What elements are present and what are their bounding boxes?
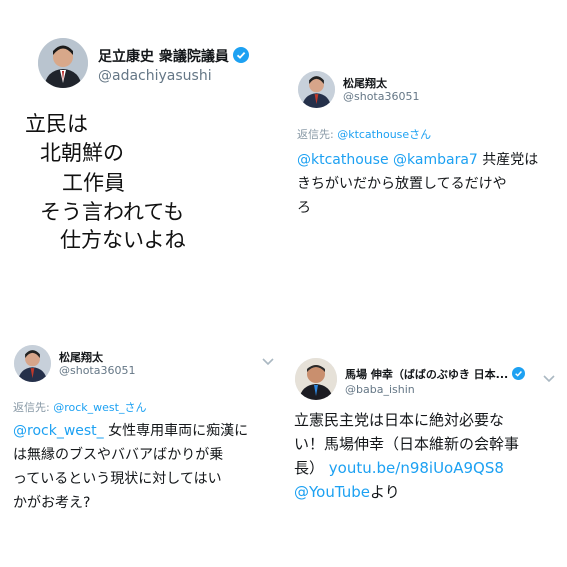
tweet-text: @rock_west_ 女性専用車両に痴漢に は無縁のブスやババアばかりが乗 っ…: [13, 419, 248, 515]
display-name[interactable]: 松尾翔太: [343, 75, 387, 91]
tweet-line-5: 仕方ないよね: [60, 228, 186, 252]
reply-to-link[interactable]: @ktcathouseさん: [337, 128, 431, 141]
avatar[interactable]: [38, 38, 88, 88]
tweet-line-2: 北朝鮮の: [40, 141, 124, 165]
handle[interactable]: @adachiyasushi: [98, 68, 212, 84]
reply-prefix: 返信先:: [297, 128, 338, 141]
tweet-text: 立憲民主党は日本に絶対必要な い！馬場伸幸（日本維新の会幹事 長） youtu.…: [294, 408, 519, 504]
text-segment: い！馬場伸幸（日本維新の会幹事: [294, 435, 520, 453]
tweet-line-3: 工作員: [62, 171, 125, 195]
display-name[interactable]: 馬場 伸幸（ばばのぶゆき 日本...: [345, 366, 526, 383]
reply-context: 返信先: @ktcathouseさん: [297, 126, 431, 142]
avatar[interactable]: [295, 358, 337, 400]
tweet-line-1: 立民は: [25, 112, 88, 136]
text-segment: は無縁のブスやババアばかりが乗: [13, 447, 224, 463]
verified-badge-icon: [512, 367, 526, 383]
handle[interactable]: @baba_ishin: [345, 383, 415, 396]
chevron-down-icon[interactable]: [262, 351, 274, 370]
text-segment: 長）: [294, 459, 325, 477]
mention-link[interactable]: @rock_west_: [13, 423, 104, 439]
tweet-text: @ktcathouse @kambara7 共産党は きちがいだから放置してるだ…: [297, 148, 538, 220]
text-segment: 立憲民主党は日本に絶対必要な: [294, 411, 505, 429]
text-segment: 女性専用車両に痴漢に: [103, 423, 249, 439]
mention-link[interactable]: @kambara7: [393, 152, 478, 168]
verified-badge-icon: [232, 47, 249, 67]
handle[interactable]: @shota36051: [59, 364, 135, 377]
avatar[interactable]: [14, 345, 51, 382]
youtube-link[interactable]: youtu.be/n98iUoA9QS8: [329, 459, 504, 477]
text-segment: きちがいだから放置してるだけや: [297, 176, 507, 192]
reply-to-link[interactable]: @rock_west_さん: [53, 401, 146, 414]
text-segment: より: [370, 483, 400, 501]
mention-link[interactable]: @ktcathouse: [297, 152, 389, 168]
display-name-text: 足立康史 衆議院議員: [98, 49, 229, 65]
chevron-down-icon[interactable]: [543, 368, 555, 387]
display-name[interactable]: 足立康史 衆議院議員: [98, 46, 249, 67]
avatar[interactable]: [298, 71, 335, 108]
handle[interactable]: @shota36051: [343, 90, 419, 103]
text-segment: っているという現状に対してはい: [13, 471, 222, 487]
text-segment: 共産党は: [477, 152, 539, 168]
display-name-text: 馬場 伸幸（ばばのぶゆき 日本...: [345, 368, 509, 381]
reply-prefix: 返信先:: [13, 401, 54, 414]
tweet-line-4: そう言われても: [40, 200, 185, 224]
text-segment: ろ: [297, 200, 311, 216]
mention-link[interactable]: @YouTube: [294, 483, 370, 501]
text-segment: かがお考え?: [13, 495, 91, 511]
reply-context: 返信先: @rock_west_さん: [13, 399, 146, 415]
display-name[interactable]: 松尾翔太: [59, 349, 103, 365]
